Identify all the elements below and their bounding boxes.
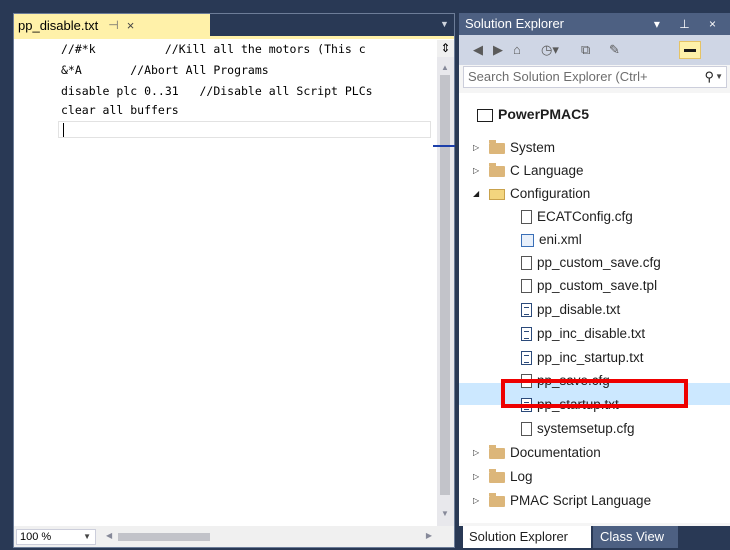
- back-icon[interactable]: ◀: [473, 41, 483, 59]
- expand-arrow-icon[interactable]: ▷: [473, 489, 479, 512]
- document-tab-title: pp_disable.txt: [18, 17, 99, 33]
- dock-splitter-indicator: [433, 145, 455, 147]
- zoom-value: 100 %: [20, 531, 52, 543]
- tree-item-systemsetup-cfg[interactable]: systemsetup.cfg: [521, 417, 635, 440]
- tree-item-eni-xml[interactable]: eni.xml: [521, 228, 582, 251]
- tree-item-log[interactable]: Log: [489, 465, 533, 488]
- text-file-icon: [521, 351, 532, 366]
- editor-pane: pp_disable.txt ⊣ × ▼ //#*k //Kill all th…: [13, 13, 455, 548]
- forward-icon[interactable]: ▶: [493, 41, 503, 59]
- tab-dropdown-icon[interactable]: ▼: [440, 19, 449, 29]
- tree-item-pp-inc-startup-txt[interactable]: pp_inc_startup.txt: [521, 346, 644, 369]
- scroll-left-icon[interactable]: ◀: [106, 531, 112, 540]
- file-icon: [521, 279, 532, 294]
- expand-arrow-icon[interactable]: ▷: [473, 441, 479, 464]
- text-file-icon: [521, 303, 532, 318]
- folder-icon: [489, 162, 505, 177]
- expand-arrow-icon[interactable]: ▷: [473, 159, 479, 182]
- horizontal-scroll-thumb[interactable]: [118, 533, 210, 541]
- document-tab-bar: pp_disable.txt ⊣ × ▼: [14, 14, 454, 36]
- file-icon: [521, 422, 532, 437]
- history-icon[interactable]: ◷▾: [541, 41, 559, 59]
- tab-solution-explorer[interactable]: Solution Explorer: [463, 526, 591, 548]
- expand-arrow-icon[interactable]: ▷: [473, 465, 479, 488]
- split-window-icon[interactable]: ⇕: [437, 40, 454, 57]
- chevron-down-icon: ▼: [83, 532, 91, 541]
- vertical-scroll-thumb[interactable]: [440, 75, 450, 495]
- code-line-4[interactable]: clear all buffers: [61, 103, 179, 118]
- tree-item-pp-custom-save-cfg[interactable]: pp_custom_save.cfg: [521, 251, 661, 274]
- tree-item-system[interactable]: System: [489, 136, 555, 159]
- text-file-icon: [521, 327, 532, 342]
- window-controls-icons[interactable]: ▾ ⊥ ×: [654, 13, 724, 35]
- folder-open-icon: [489, 188, 505, 200]
- current-line-highlight: [58, 121, 431, 138]
- expand-arrow-icon[interactable]: ▷: [473, 136, 479, 159]
- code-line-3[interactable]: disable plc 0..31 //Disable all Script P…: [61, 84, 373, 99]
- tree-root-project[interactable]: PowerPMAC5: [477, 103, 589, 126]
- panel-title: Solution Explorer: [465, 16, 564, 31]
- chevron-down-icon[interactable]: ▼: [715, 67, 723, 87]
- folder-icon: [489, 139, 505, 154]
- editor-bottom-bar: 100 % ▼ ◀ ▶: [14, 526, 454, 547]
- collapse-arrow-icon[interactable]: ◢: [473, 182, 479, 205]
- solution-explorer-titlebar: Solution Explorer ▾ ⊥ ×: [459, 13, 730, 35]
- scroll-right-icon[interactable]: ▶: [426, 531, 432, 540]
- xml-file-icon: [521, 233, 534, 247]
- horizontal-scrollbar[interactable]: ◀ ▶: [104, 529, 434, 545]
- document-tab[interactable]: pp_disable.txt ⊣ ×: [14, 14, 210, 36]
- preview-toggle-icon[interactable]: [679, 41, 701, 59]
- project-icon: [477, 108, 493, 122]
- zoom-dropdown[interactable]: 100 % ▼: [16, 529, 96, 545]
- code-editor[interactable]: //#*k //Kill all the motors (This c &*A …: [14, 39, 437, 526]
- vertical-scrollbar[interactable]: ▲ ▼: [437, 57, 454, 526]
- tree-item-pp-disable-txt[interactable]: pp_disable.txt: [521, 298, 620, 321]
- scroll-down-icon[interactable]: ▼: [441, 509, 449, 518]
- tree-item-configuration[interactable]: Configuration: [489, 182, 590, 205]
- folder-icon: [489, 444, 505, 459]
- tree-item-pp-inc-disable-txt[interactable]: pp_inc_disable.txt: [521, 322, 645, 345]
- folder-icon: [489, 468, 505, 483]
- search-input[interactable]: Search Solution Explorer (Ctrl+ ⚲ ▼: [463, 66, 727, 88]
- collapse-all-icon[interactable]: ⧉: [581, 41, 590, 59]
- tab-class-view[interactable]: Class View: [593, 526, 678, 548]
- tree-item-documentation[interactable]: Documentation: [489, 441, 601, 464]
- tree-item-c-language[interactable]: C Language: [489, 159, 584, 182]
- solution-explorer-toolbar: ◀ ▶ ⌂ ◷▾ ⧉ ✎: [459, 35, 730, 65]
- red-highlight-annotation: [501, 379, 688, 408]
- search-icon[interactable]: ⚲: [704, 67, 714, 87]
- file-icon: [521, 210, 532, 225]
- tree-item-ecatconfig[interactable]: ECATConfig.cfg: [521, 205, 633, 228]
- close-tab-icon[interactable]: ×: [127, 18, 135, 33]
- properties-wrench-icon[interactable]: ✎: [609, 41, 620, 59]
- scroll-up-icon[interactable]: ▲: [441, 63, 449, 72]
- search-placeholder: Search Solution Explorer (Ctrl+: [468, 69, 648, 84]
- folder-icon: [489, 492, 505, 507]
- tree-item-pmac-script-language[interactable]: PMAC Script Language: [489, 489, 651, 512]
- text-caret: [63, 123, 64, 137]
- home-icon[interactable]: ⌂: [513, 41, 521, 59]
- code-line-1[interactable]: //#*k //Kill all the motors (This c: [61, 42, 366, 57]
- code-line-2[interactable]: &*A //Abort All Programs: [61, 63, 269, 78]
- panel-bottom-tabs: Solution Explorer Class View: [459, 526, 730, 550]
- file-icon: [521, 256, 532, 271]
- tree-item-pp-custom-save-tpl[interactable]: pp_custom_save.tpl: [521, 274, 657, 297]
- pin-icon[interactable]: ⊣: [108, 18, 118, 32]
- solution-tree: PowerPMAC5 ▷ System ▷ C Language ◢ Confi…: [459, 93, 730, 523]
- solution-explorer-pane: Solution Explorer ▾ ⊥ × ◀ ▶ ⌂ ◷▾ ⧉ ✎ Sea…: [459, 13, 730, 550]
